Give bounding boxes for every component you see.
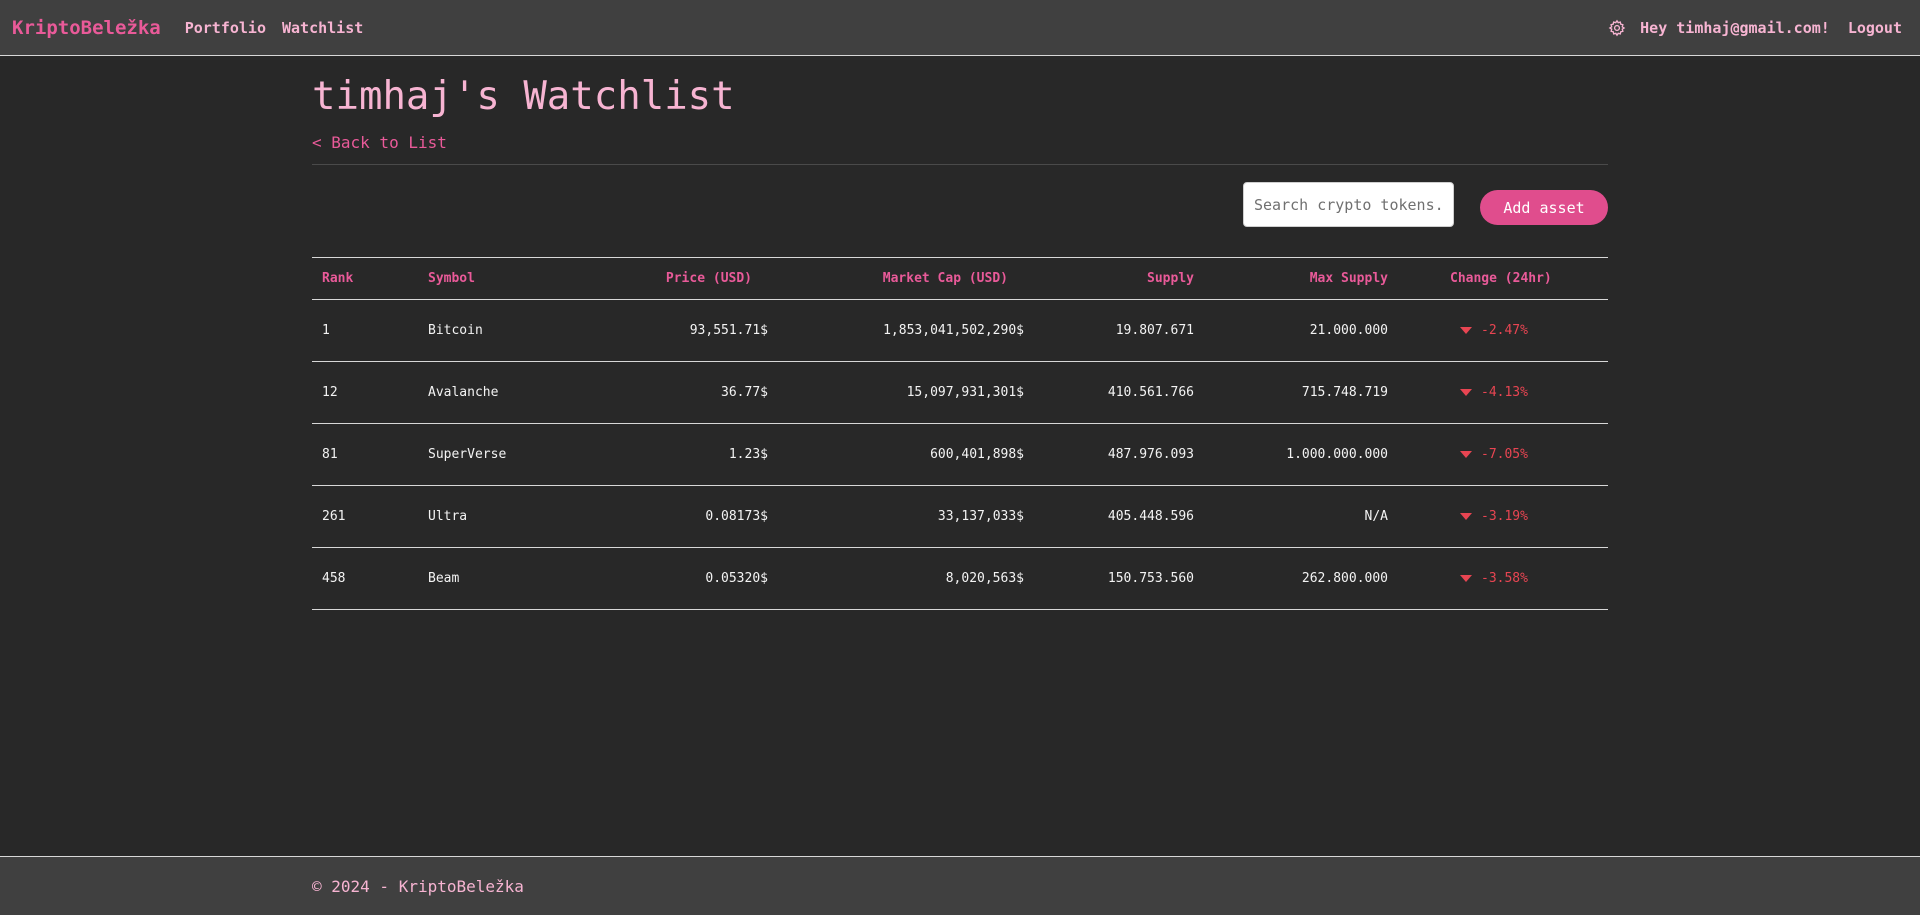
header-market-cap[interactable]: Market Cap (USD) xyxy=(778,258,1034,300)
cell-market-cap: 8,020,563$ xyxy=(945,571,1024,586)
cell-symbol: Bitcoin xyxy=(428,323,483,338)
cell-market-cap: 600,401,898$ xyxy=(930,447,1024,462)
table-row[interactable]: 261 Ultra 0.08173$ 33,137,033$ 405.448.5… xyxy=(312,486,1608,548)
cell-change: -3.58% xyxy=(1398,548,1608,610)
cell-change: -7.05% xyxy=(1398,424,1608,486)
header-supply[interactable]: Supply xyxy=(1034,258,1204,300)
cell-max-supply: 262.800.000 xyxy=(1301,571,1388,586)
cell-rank: 12 xyxy=(322,385,338,400)
cell-rank: 1 xyxy=(322,323,330,338)
toolbar: Add asset xyxy=(312,165,1608,257)
nav-link-watchlist[interactable]: Watchlist xyxy=(282,19,363,37)
cell-change: -2.47% xyxy=(1398,300,1608,362)
nav-link-portfolio[interactable]: Portfolio xyxy=(185,19,266,37)
cell-symbol: SuperVerse xyxy=(428,447,507,462)
user-greeting[interactable]: Hey timhaj@gmail.com! xyxy=(1640,19,1830,37)
cell-change: -4.13% xyxy=(1398,362,1608,424)
header-price[interactable]: Price (USD) xyxy=(606,258,778,300)
back-to-list-link[interactable]: < Back to List xyxy=(312,133,447,152)
add-asset-button[interactable]: Add asset xyxy=(1480,190,1608,225)
cell-price: 93,551.71$ xyxy=(689,323,768,338)
cell-max-supply: 715.748.719 xyxy=(1301,385,1388,400)
cell-change: -3.19% xyxy=(1398,486,1608,548)
logout-link[interactable]: Logout xyxy=(1848,19,1902,37)
cell-market-cap: 15,097,931,301$ xyxy=(906,385,1024,400)
page-title: timhaj's Watchlist xyxy=(312,74,735,119)
caret-down-icon xyxy=(1460,389,1472,396)
change-value: -7.05% xyxy=(1481,447,1528,462)
cell-max-supply: 1.000.000.000 xyxy=(1286,447,1388,462)
table-row[interactable]: 1 Bitcoin 93,551.71$ 1,853,041,502,290$ … xyxy=(312,300,1608,362)
cell-rank: 458 xyxy=(322,571,346,586)
change-value: -3.19% xyxy=(1481,509,1528,524)
cell-price: 1.23$ xyxy=(728,447,768,462)
brand-logo-link[interactable]: KriptoBeležka xyxy=(12,17,161,39)
cell-supply: 405.448.596 xyxy=(1107,509,1194,524)
footer: © 2024 - KriptoBeležka xyxy=(0,856,1920,915)
cell-symbol: Beam xyxy=(428,571,460,586)
watchlist-table: Rank Symbol Price (USD) Market Cap (USD)… xyxy=(312,257,1608,610)
gear-icon[interactable] xyxy=(1608,19,1626,37)
change-value: -2.47% xyxy=(1481,323,1528,338)
cell-price: 0.08173$ xyxy=(705,509,768,524)
cell-market-cap: 33,137,033$ xyxy=(937,509,1024,524)
cell-supply: 487.976.093 xyxy=(1107,447,1194,462)
caret-down-icon xyxy=(1460,575,1472,582)
cell-supply: 150.753.560 xyxy=(1107,571,1194,586)
search-input[interactable] xyxy=(1243,182,1454,227)
table-row[interactable]: 12 Avalanche 36.77$ 15,097,931,301$ 410.… xyxy=(312,362,1608,424)
table-header-row: Rank Symbol Price (USD) Market Cap (USD)… xyxy=(312,257,1608,300)
header-max-supply[interactable]: Max Supply xyxy=(1204,258,1398,300)
change-value: -3.58% xyxy=(1481,571,1528,586)
cell-price: 0.05320$ xyxy=(705,571,768,586)
change-value: -4.13% xyxy=(1481,385,1528,400)
footer-copyright: © 2024 - KriptoBeležka xyxy=(312,877,524,896)
caret-down-icon xyxy=(1460,451,1472,458)
cell-max-supply: N/A xyxy=(1364,509,1388,524)
cell-symbol: Avalanche xyxy=(428,385,499,400)
caret-down-icon xyxy=(1460,513,1472,520)
nav-user-area: Hey timhaj@gmail.com! Logout xyxy=(1608,19,1902,37)
caret-down-icon xyxy=(1460,327,1472,334)
cell-rank: 261 xyxy=(322,509,346,524)
header-change[interactable]: Change (24hr) xyxy=(1398,258,1608,300)
header-rank[interactable]: Rank xyxy=(312,258,418,300)
cell-rank: 81 xyxy=(322,447,338,462)
table-row[interactable]: 458 Beam 0.05320$ 8,020,563$ 150.753.560… xyxy=(312,548,1608,610)
header-symbol[interactable]: Symbol xyxy=(418,258,606,300)
cell-supply: 19.807.671 xyxy=(1115,323,1194,338)
table-row[interactable]: 81 SuperVerse 1.23$ 600,401,898$ 487.976… xyxy=(312,424,1608,486)
cell-market-cap: 1,853,041,502,290$ xyxy=(883,323,1024,338)
main-content: timhaj's Watchlist < Back to List Add as… xyxy=(312,56,1608,610)
cell-max-supply: 21.000.000 xyxy=(1309,323,1388,338)
cell-symbol: Ultra xyxy=(428,509,468,524)
navbar: KriptoBeležka Portfolio Watchlist Hey ti… xyxy=(0,0,1920,56)
cell-supply: 410.561.766 xyxy=(1107,385,1194,400)
cell-price: 36.77$ xyxy=(721,385,768,400)
